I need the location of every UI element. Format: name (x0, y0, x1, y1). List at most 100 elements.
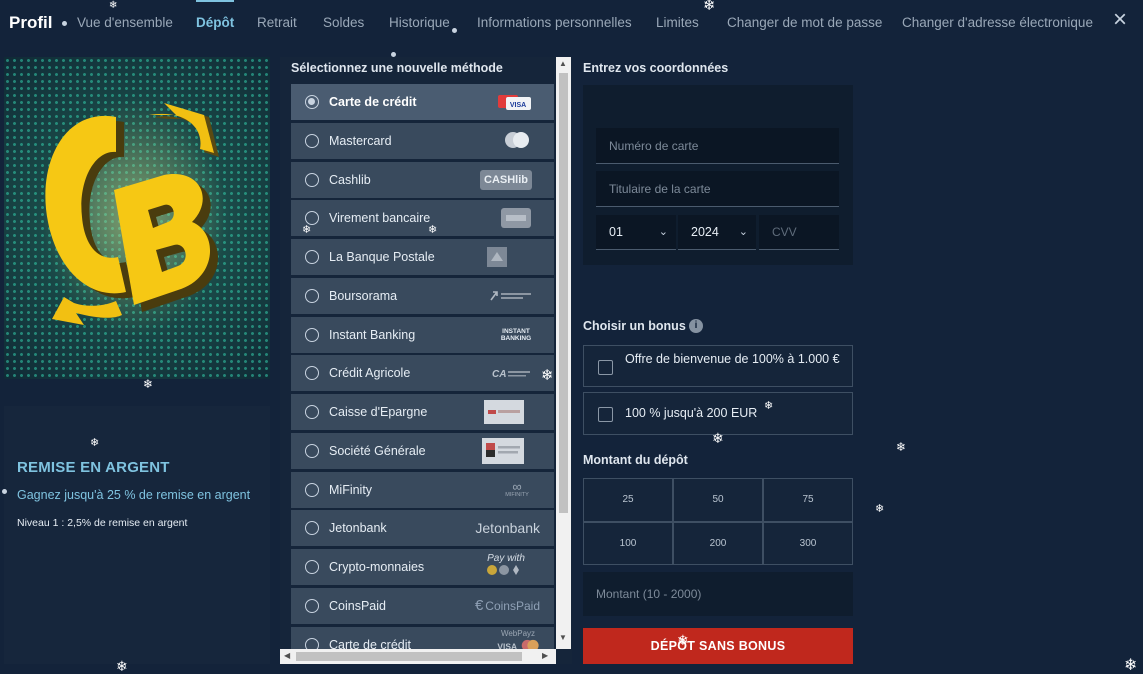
scroll-right-icon[interactable]: ▶ (542, 651, 548, 660)
mifinity-icon: ∞ MIFINITY (502, 478, 532, 502)
tab-change-password[interactable]: Changer de mot de passe (727, 15, 882, 30)
method-credit-card[interactable]: Carte de crédit VISA (291, 84, 554, 120)
radio-button[interactable] (305, 366, 319, 381)
method-label: Boursorama (329, 288, 398, 303)
snowflake-icon: ❄ (143, 377, 154, 391)
radio-button[interactable] (305, 443, 319, 458)
card-number-input[interactable] (596, 128, 839, 164)
visa-card-icon: VISA (498, 90, 532, 114)
method-coinspaid[interactable]: CoinsPaid € CoinsPaid (291, 587, 554, 624)
expiry-month-value: 01 (609, 225, 623, 239)
amount-preset-button[interactable]: 75 (763, 478, 853, 522)
snowflake-icon: ❄ (302, 224, 312, 236)
radio-button[interactable] (305, 133, 319, 148)
cashback-logo-icon (45, 103, 219, 325)
bonus-checkbox[interactable] (598, 407, 613, 422)
method-la-banque-postale[interactable]: La Banque Postale (291, 239, 554, 275)
tab-overview[interactable]: Vue d'ensemble (77, 15, 173, 30)
amount-preset-button[interactable]: 200 (673, 521, 763, 565)
cashlib-logo-text: CASHlib (480, 169, 532, 190)
webpayz-icon: WebPayz VISA (496, 629, 540, 650)
method-instant-banking[interactable]: Instant Banking INSTANT BANKING (291, 316, 554, 353)
method-bank-transfer[interactable]: Virement bancaire (291, 200, 554, 237)
method-caisse-epargne[interactable]: Caisse d'Epargne (291, 394, 554, 430)
method-boursorama[interactable]: Boursorama (291, 277, 554, 314)
bank-transfer-icon (500, 206, 532, 230)
close-icon[interactable]: × (1108, 8, 1132, 32)
cvv-input[interactable] (759, 215, 839, 250)
snowflake-icon: ❄ (875, 503, 885, 515)
tab-balances[interactable]: Soldes (323, 15, 364, 30)
card-details-form: 01 ⌄ 2024 ⌄ (583, 85, 853, 265)
snowflake-icon: ❄ (109, 0, 118, 11)
radio-button[interactable] (305, 598, 319, 613)
radio-button[interactable] (305, 405, 319, 419)
snow-dot (2, 489, 7, 494)
snow-dot (62, 21, 67, 26)
method-crypto[interactable]: Crypto-monnaies Pay with (291, 549, 554, 585)
method-label: Mastercard (329, 133, 392, 148)
method-label: La Banque Postale (329, 250, 435, 264)
method-mastercard[interactable]: Mastercard (291, 122, 554, 159)
amount-preset-button[interactable]: 25 (583, 478, 673, 522)
pay-with-text: Pay with (487, 552, 525, 564)
method-societe-generale[interactable]: Société Générale (291, 432, 554, 469)
amount-input[interactable] (583, 572, 853, 616)
snowflake-icon: ❄ (677, 632, 689, 648)
snowflake-icon: ❄ (116, 658, 128, 674)
expiry-year-select[interactable]: 2024 ⌄ (678, 215, 756, 250)
radio-button[interactable] (305, 560, 319, 574)
la-banque-postale-icon (482, 245, 512, 269)
snowflake-icon: ❄ (428, 224, 438, 236)
bonus-option-200[interactable]: 100 % jusqu'à 200 EUR (583, 392, 853, 435)
method-list-vertical-scrollbar[interactable]: ▲ ▼ (556, 57, 571, 649)
method-credit-agricole[interactable]: Crédit Agricole CA (291, 355, 554, 392)
tab-withdrawal[interactable]: Retrait (257, 15, 297, 30)
vertical-scroll-thumb[interactable] (559, 73, 568, 513)
tab-personal-info[interactable]: Informations personnelles (477, 15, 632, 30)
tab-history[interactable]: Historique (389, 15, 450, 30)
scroll-left-icon[interactable]: ◀ (284, 651, 290, 660)
page-title: Profil (9, 13, 53, 32)
snow-dot (391, 52, 396, 57)
amount-preset-button[interactable]: 300 (763, 521, 853, 565)
scroll-down-icon[interactable]: ▼ (559, 633, 567, 642)
snowflake-icon: ❄ (896, 440, 907, 454)
promo-level: Niveau 1 : 2,5% de remise en argent (17, 517, 188, 529)
radio-button[interactable] (305, 482, 319, 497)
radio-button[interactable] (305, 288, 319, 303)
amount-preset-button[interactable]: 50 (673, 478, 763, 522)
scroll-up-icon[interactable]: ▲ (559, 59, 567, 68)
bonus-option-label: Offre de bienvenue de 100% à 1.000 € (625, 352, 840, 366)
radio-button[interactable] (305, 521, 319, 536)
radio-button[interactable] (305, 327, 319, 342)
amount-preset-button[interactable]: 100 (583, 521, 673, 565)
method-mifinity[interactable]: MiFinity ∞ MIFINITY (291, 471, 554, 508)
method-list-horizontal-scrollbar[interactable]: ◀ ▶ (280, 649, 556, 664)
bonus-option-welcome[interactable]: Offre de bienvenue de 100% à 1.000 € (583, 345, 853, 387)
deposit-without-bonus-button[interactable]: DÉPÔT SANS BONUS (583, 628, 853, 664)
tab-deposit[interactable]: Dépôt (196, 0, 235, 30)
method-cashlib[interactable]: Cashlib CASHlib (291, 161, 554, 198)
method-jetonbank[interactable]: Jetonbank Jetonbank (291, 510, 554, 547)
coinspaid-logo-icon: € CoinsPaid (475, 594, 540, 618)
tab-limits[interactable]: Limites (656, 15, 699, 30)
radio-button[interactable] (305, 250, 319, 264)
horizontal-scroll-thumb[interactable] (296, 652, 522, 661)
method-label: Jetonbank (329, 521, 387, 536)
societe-generale-icon (482, 437, 524, 464)
form-title: Entrez vos coordonnées (583, 61, 729, 75)
method-label: Société Générale (329, 443, 426, 458)
mifinity-logo-text: MIFINITY (505, 492, 529, 498)
svg-text:CA: CA (492, 369, 506, 380)
card-holder-input[interactable] (596, 171, 839, 207)
radio-button[interactable] (305, 172, 319, 187)
svg-text:VISA: VISA (510, 102, 526, 109)
tab-change-email[interactable]: Changer d'adresse électronique (902, 15, 1093, 30)
expiry-month-select[interactable]: 01 ⌄ (596, 215, 676, 250)
bonus-checkbox[interactable] (598, 360, 613, 375)
radio-button[interactable] (305, 95, 319, 109)
info-icon[interactable]: i (689, 319, 703, 333)
method-credit-card-webpayz[interactable]: Carte de crédit WebPayz VISA (291, 626, 554, 650)
payment-method-list: Carte de crédit VISA Mastercard Cashlib … (291, 84, 554, 650)
